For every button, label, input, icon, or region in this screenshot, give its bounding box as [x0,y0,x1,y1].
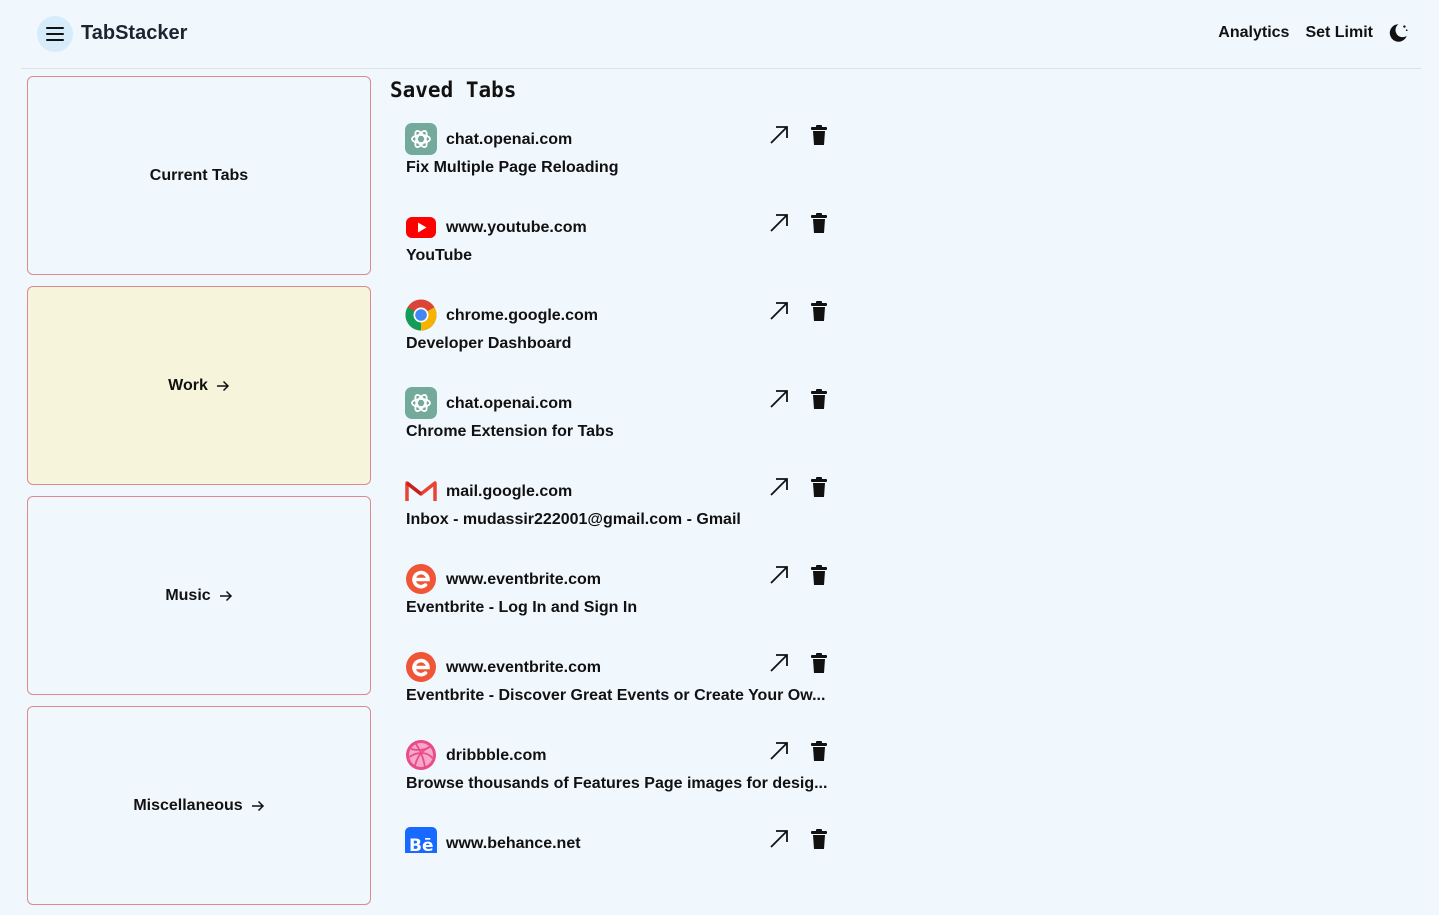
hamburger-icon [46,27,64,41]
analytics-link[interactable]: Analytics [1218,24,1289,42]
gmail-icon [405,481,437,501]
saved-tab-item: chrome.google.com Developer Dashboard [405,299,845,369]
open-external-icon[interactable] [768,124,790,146]
sidebar-item-label: Current Tabs [149,166,249,184]
open-external-icon[interactable] [768,300,790,322]
tab-domain: www.eventbrite.com [446,571,601,588]
saved-tab-item: chat.openai.com Chrome Extension for Tab… [405,387,845,457]
sidebar-item-work[interactable]: Work [27,286,371,485]
open-external-icon[interactable] [768,212,790,234]
tab-title[interactable]: Developer Dashboard [406,335,571,353]
open-external-icon[interactable] [768,564,790,586]
open-external-icon[interactable] [768,828,790,850]
trash-icon[interactable] [809,828,829,850]
chrome-icon [405,299,437,331]
tab-domain: chrome.google.com [446,307,599,324]
tab-domain: www.behance.net [446,835,581,852]
open-external-icon[interactable] [768,476,790,498]
saved-tab-item: www.eventbrite.com Eventbrite - Log In a… [405,563,845,633]
tab-domain: dribbble.com [446,747,547,764]
trash-icon[interactable] [809,212,829,234]
sidebar-item-miscellaneous[interactable]: Miscellaneous [27,706,371,905]
trash-icon[interactable] [809,124,829,146]
header-nav: Analytics Set Limit [1202,22,1409,44]
tab-title[interactable]: Inbox - mudassir222001@gmail.com - Gmail [406,511,741,529]
sidebar-item-music[interactable]: Music [27,496,371,695]
saved-tab-item: mail.google.com Inbox - mudassir222001@g… [405,475,845,545]
openai-icon [405,123,437,155]
arrow-right-icon [216,380,229,391]
tab-title[interactable]: Chrome Extension for Tabs [406,423,614,441]
eventbrite-icon [406,564,436,594]
eventbrite-icon [406,652,436,682]
app-title: TabStacker [81,22,188,44]
saved-tab-item: www.eventbrite.com Eventbrite - Discover… [405,651,845,721]
trash-icon[interactable] [809,300,829,322]
saved-tab-item: chat.openai.com Fix Multiple Page Reload… [405,123,845,193]
moon-icon[interactable] [1387,22,1409,44]
dribbble-icon [406,740,436,770]
top-header: TabStacker Analytics Set Limit [21,0,1421,69]
trash-icon[interactable] [809,564,829,586]
saved-tab-item: Bē www.behance.net [405,827,845,853]
tab-domain: chat.openai.com [446,131,573,148]
open-external-icon[interactable] [768,388,790,410]
tab-title[interactable]: YouTube [406,247,472,265]
saved-tab-item: www.youtube.com YouTube [405,211,845,281]
set-limit-link[interactable]: Set Limit [1305,24,1373,42]
tab-title[interactable]: Browse thousands of Features Page images… [406,775,827,793]
menu-button[interactable] [37,16,73,52]
sidebar-item-label: Music [165,586,211,604]
tab-domain: chat.openai.com [446,395,573,412]
behance-icon: Bē [405,827,437,853]
trash-icon[interactable] [809,476,829,498]
saved-tab-item: dribbble.com Browse thousands of Feature… [405,739,845,809]
arrow-right-icon [219,590,232,601]
trash-icon[interactable] [809,740,829,762]
open-external-icon[interactable] [768,740,790,762]
sidebar-item-label: Miscellaneous [133,796,243,814]
youtube-icon [406,217,436,238]
tab-title[interactable]: Eventbrite - Log In and Sign In [406,599,637,617]
sidebar-item-current-tabs[interactable]: Current Tabs [27,76,371,275]
trash-icon[interactable] [809,652,829,674]
open-external-icon[interactable] [768,652,790,674]
tab-domain: mail.google.com [446,483,573,500]
svg-text:Bē: Bē [409,836,434,853]
arrow-right-icon [251,800,264,811]
tab-domain: www.eventbrite.com [446,659,601,676]
page-title: Saved Tabs [390,78,517,102]
trash-icon[interactable] [809,388,829,410]
tab-domain: www.youtube.com [446,219,587,236]
tab-title[interactable]: Fix Multiple Page Reloading [406,159,618,177]
sidebar-item-label: Work [168,376,208,394]
tab-title[interactable]: Eventbrite - Discover Great Events or Cr… [406,687,825,705]
openai-icon [405,387,437,419]
